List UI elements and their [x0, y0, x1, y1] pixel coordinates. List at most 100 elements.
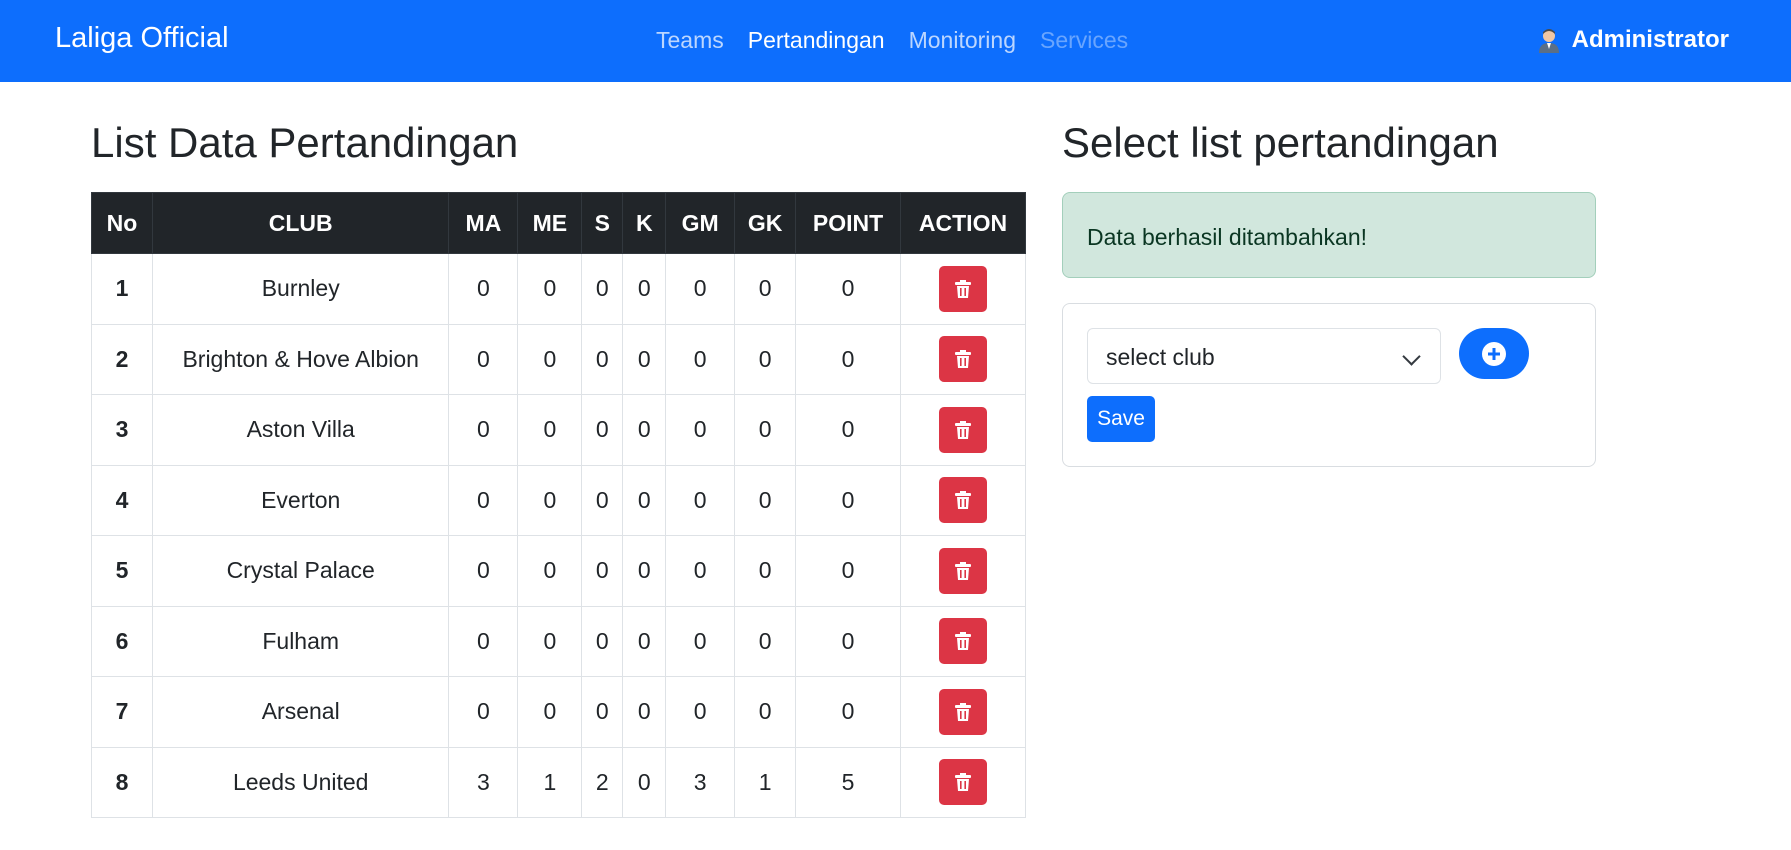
delete-button[interactable]	[939, 688, 987, 735]
cell-s: 0	[581, 464, 624, 536]
cell-no: 4	[91, 464, 153, 536]
user-menu[interactable]: Administrator	[1536, 26, 1729, 54]
cell-gk: 0	[734, 535, 797, 607]
match-list-section: List Data Pertandingan No CLUB MA ME S K…	[91, 118, 1026, 818]
delete-button[interactable]	[939, 547, 987, 594]
cell-action	[900, 323, 1026, 395]
cell-s: 0	[581, 394, 624, 466]
cell-ma: 3	[448, 746, 519, 818]
nav-link-pertandingan[interactable]: Pertandingan	[748, 27, 885, 54]
cell-gk: 0	[734, 253, 797, 325]
cell-action	[900, 746, 1026, 818]
cell-s: 0	[581, 323, 624, 395]
delete-button[interactable]	[939, 618, 987, 665]
trash-icon	[955, 420, 971, 439]
cell-action	[900, 605, 1026, 677]
delete-button[interactable]	[939, 265, 987, 312]
cell-club: Fulham	[151, 605, 450, 677]
page-title: List Data Pertandingan	[91, 119, 519, 166]
cell-s: 0	[581, 605, 624, 677]
table-row: 4 Everton 0 0 0 0 0 0 0	[91, 464, 1026, 536]
cell-s: 0	[581, 676, 624, 748]
table-row: 6 Fulham 0 0 0 0 0 0 0	[91, 605, 1026, 677]
save-button[interactable]: Save	[1087, 396, 1155, 442]
cell-gk: 0	[734, 676, 797, 748]
cell-gm: 0	[665, 464, 736, 536]
cell-me: 0	[517, 394, 583, 466]
delete-button[interactable]	[939, 336, 987, 383]
match-table: No CLUB MA ME S K GM GK POINT ACTION 1 Bu…	[91, 192, 1026, 818]
cell-club: Brighton & Hove Albion	[151, 323, 450, 395]
cell-gm: 0	[665, 676, 736, 748]
trash-icon	[955, 279, 971, 298]
cell-gm: 0	[665, 605, 736, 677]
cell-club: Burnley	[151, 253, 450, 325]
cell-k: 0	[622, 605, 667, 677]
table-row: 1 Burnley 0 0 0 0 0 0 0	[91, 253, 1026, 325]
delete-button[interactable]	[939, 477, 987, 524]
cell-ma: 0	[448, 323, 519, 395]
nav-link-teams[interactable]: Teams	[656, 27, 724, 54]
cell-no: 1	[91, 253, 153, 325]
cell-action	[900, 676, 1026, 748]
cell-point: 0	[795, 605, 901, 677]
cell-point: 0	[795, 323, 901, 395]
cell-ma: 0	[448, 464, 519, 536]
cell-ma: 0	[448, 535, 519, 607]
cell-action	[900, 464, 1026, 536]
header-club: CLUB	[151, 192, 450, 254]
cell-gm: 3	[665, 746, 736, 818]
cell-k: 0	[622, 676, 667, 748]
cell-action	[900, 535, 1026, 607]
header-gm: GM	[665, 192, 736, 254]
success-alert: Data berhasil ditambahkan!	[1062, 192, 1596, 278]
cell-gk: 0	[734, 323, 797, 395]
cell-no: 3	[91, 394, 153, 466]
header-point: POINT	[795, 192, 901, 254]
trash-icon	[955, 773, 971, 792]
cell-no: 7	[91, 676, 153, 748]
brand-logo[interactable]: Laliga Official	[55, 22, 229, 55]
cell-me: 0	[517, 605, 583, 677]
cell-me: 0	[517, 676, 583, 748]
cell-gm: 0	[665, 253, 736, 325]
cell-s: 2	[581, 746, 624, 818]
header-gk: GK	[734, 192, 797, 254]
cell-ma: 0	[448, 253, 519, 325]
table-row: 3 Aston Villa 0 0 0 0 0 0 0	[91, 394, 1026, 466]
cell-k: 0	[622, 746, 667, 818]
trash-icon	[955, 632, 971, 651]
cell-gk: 0	[734, 464, 797, 536]
cell-gm: 0	[665, 323, 736, 395]
cell-club: Arsenal	[151, 676, 450, 748]
cell-club: Aston Villa	[151, 394, 450, 466]
club-select[interactable]: select club	[1087, 328, 1441, 384]
cell-point: 0	[795, 676, 901, 748]
cell-no: 5	[91, 535, 153, 607]
cell-ma: 0	[448, 394, 519, 466]
cell-no: 6	[91, 605, 153, 677]
table-row: 5 Crystal Palace 0 0 0 0 0 0 0	[91, 535, 1026, 607]
trash-icon	[955, 561, 971, 580]
cell-gk: 0	[734, 605, 797, 677]
user-avatar-icon	[1536, 27, 1562, 53]
cell-gk: 1	[734, 746, 797, 818]
delete-button[interactable]	[939, 759, 987, 806]
nav-link-monitoring[interactable]: Monitoring	[909, 27, 1016, 54]
header-action: ACTION	[900, 192, 1026, 254]
cell-no: 2	[91, 323, 153, 395]
delete-button[interactable]	[939, 406, 987, 453]
cell-club: Leeds United	[151, 746, 450, 818]
cell-s: 0	[581, 535, 624, 607]
header-s: S	[581, 192, 624, 254]
nav-link-services: Services	[1039, 27, 1129, 53]
cell-me: 0	[517, 464, 583, 536]
trash-icon	[955, 350, 971, 369]
cell-me: 0	[517, 323, 583, 395]
plus-circle-icon	[1482, 341, 1506, 366]
cell-club: Crystal Palace	[151, 535, 450, 607]
table-body: 1 Burnley 0 0 0 0 0 0 0 2 Brighton & Hove Albion 0 0…	[91, 253, 1026, 818]
add-club-button[interactable]	[1459, 328, 1529, 379]
user-name: Administrator	[1571, 26, 1729, 53]
navbar: Laliga Official Teams Pertandingan Monit…	[0, 0, 1791, 82]
